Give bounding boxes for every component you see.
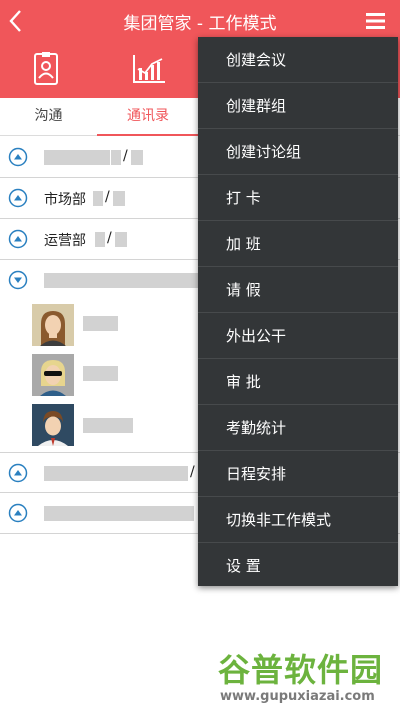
- chart-icon[interactable]: [131, 51, 167, 87]
- expand-arrow-icon: [8, 463, 28, 483]
- redacted-group-name: [44, 273, 198, 288]
- redacted-member-name: [83, 316, 118, 331]
- expand-arrow-icon: [8, 229, 28, 249]
- watermark: 谷普软件园 www.gupuxiazai.com: [218, 645, 398, 711]
- redacted-group-name: [44, 506, 194, 521]
- id-card-icon[interactable]: [30, 51, 62, 87]
- member-count-separator: /: [190, 464, 195, 480]
- redacted-count: [95, 232, 105, 247]
- group-name: 运营部: [44, 233, 86, 249]
- redacted-count: [93, 191, 103, 206]
- sunglasses-avatar-icon: [32, 354, 74, 396]
- member-count-separator: /: [105, 189, 110, 205]
- menu-item-business-trip[interactable]: 外出公干: [198, 313, 398, 359]
- member-count-separator: /: [107, 230, 112, 246]
- menu-item-schedule[interactable]: 日程安排: [198, 451, 398, 497]
- expand-arrow-icon: [8, 188, 28, 208]
- group-name: 市场部: [44, 192, 86, 208]
- expand-arrow-icon: [8, 147, 28, 167]
- member-count-separator: /: [123, 148, 128, 164]
- page-title: 集团管家 - 工作模式: [123, 14, 277, 34]
- redacted-member-name: [83, 366, 118, 381]
- tab-contacts[interactable]: 通讯录: [97, 98, 199, 136]
- menu-item-create-discussion[interactable]: 创建讨论组: [198, 129, 398, 175]
- menu-item-attendance-stats[interactable]: 考勤统计: [198, 405, 398, 451]
- menu-item-overtime[interactable]: 加 班: [198, 221, 398, 267]
- menu-item-switch-mode[interactable]: 切换非工作模式: [198, 497, 398, 543]
- redacted-total: [115, 232, 127, 247]
- menu-item-create-group[interactable]: 创建群组: [198, 83, 398, 129]
- overflow-menu: 创建会议 创建群组 创建讨论组 打 卡 加 班 请 假 外出公干 审 批 考勤统…: [198, 37, 398, 586]
- redacted-member-name: [83, 418, 133, 433]
- menu-item-settings[interactable]: 设 置: [198, 543, 398, 589]
- menu-item-approval[interactable]: 审 批: [198, 359, 398, 405]
- menu-item-create-meeting[interactable]: 创建会议: [198, 37, 398, 83]
- female-avatar-icon: [32, 304, 74, 346]
- expand-arrow-icon: [8, 503, 28, 523]
- male-avatar-icon: [32, 404, 74, 446]
- menu-item-leave[interactable]: 请 假: [198, 267, 398, 313]
- redacted-total: [131, 150, 143, 165]
- redacted-total: [113, 191, 125, 206]
- redacted-group-name: [44, 466, 188, 481]
- redacted-count: [111, 150, 121, 165]
- watermark-url: www.gupuxiazai.com: [220, 689, 375, 704]
- menu-item-clock-in[interactable]: 打 卡: [198, 175, 398, 221]
- collapse-arrow-icon: [8, 270, 28, 290]
- title-bar: 集团管家 - 工作模式: [0, 0, 400, 42]
- tab-chat[interactable]: 沟通: [0, 98, 97, 136]
- watermark-title: 谷普软件园: [218, 651, 384, 689]
- hamburger-menu-icon[interactable]: [360, 6, 390, 36]
- redacted-group-name: [44, 150, 110, 165]
